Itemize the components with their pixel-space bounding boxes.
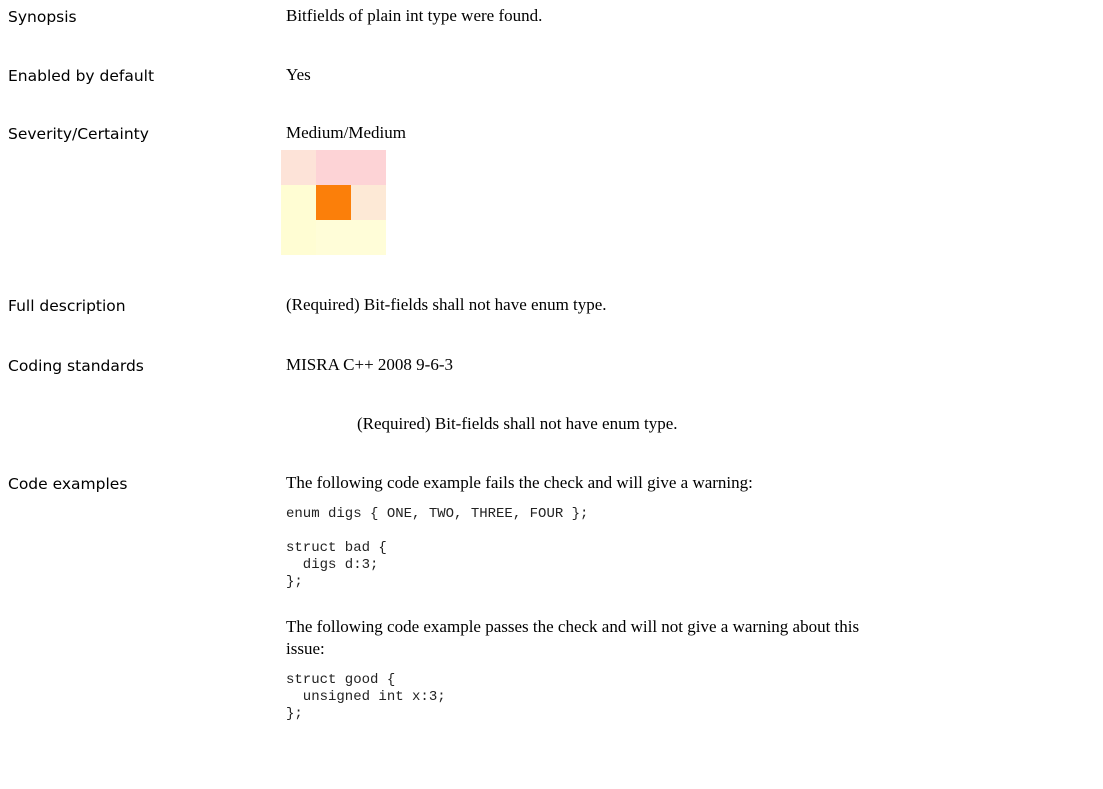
matrix-cell-r2-c2 xyxy=(351,220,386,255)
fail-code-enum: enum digs { ONE, TWO, THREE, FOUR }; xyxy=(286,506,589,522)
full-description-label: Full description xyxy=(8,297,126,315)
code-examples-label: Code examples xyxy=(8,475,128,493)
matrix-cell-r0-c1 xyxy=(316,150,351,185)
matrix-cell-r0-c2 xyxy=(351,150,386,185)
matrix-cell-r0-c0 xyxy=(281,150,316,185)
fail-code-struct: struct bad { digs d:3; }; xyxy=(286,540,387,590)
matrix-cell-r2-c1 xyxy=(316,220,351,255)
matrix-cell-r1-c2 xyxy=(351,185,386,220)
enabled-value: Yes xyxy=(286,65,311,84)
fail-example-intro: The following code example fails the che… xyxy=(286,473,753,492)
pass-example-intro-line1: The following code example passes the ch… xyxy=(286,617,860,636)
matrix-cell-r1-c1 xyxy=(316,185,351,220)
synopsis-value: Bitfields of plain int type were found. xyxy=(286,6,543,25)
enabled-label: Enabled by default xyxy=(8,67,155,85)
matrix-cell-r1-c0 xyxy=(281,185,316,220)
coding-standard-id: MISRA C++ 2008 9-6-3 xyxy=(286,355,453,374)
severity-certainty-matrix xyxy=(281,150,386,255)
severity-value: Medium/Medium xyxy=(286,123,406,142)
matrix-cell-r2-c0 xyxy=(281,220,316,255)
synopsis-label: Synopsis xyxy=(8,8,77,26)
pass-code-struct: struct good { unsigned int x:3; }; xyxy=(286,672,446,722)
pass-example-intro-line2: issue: xyxy=(286,639,325,658)
coding-standard-detail: (Required) Bit-fields shall not have enu… xyxy=(357,414,678,433)
full-description-value: (Required) Bit-fields shall not have enu… xyxy=(286,295,607,314)
severity-label: Severity/Certainty xyxy=(8,125,149,143)
coding-standards-label: Coding standards xyxy=(8,357,144,375)
